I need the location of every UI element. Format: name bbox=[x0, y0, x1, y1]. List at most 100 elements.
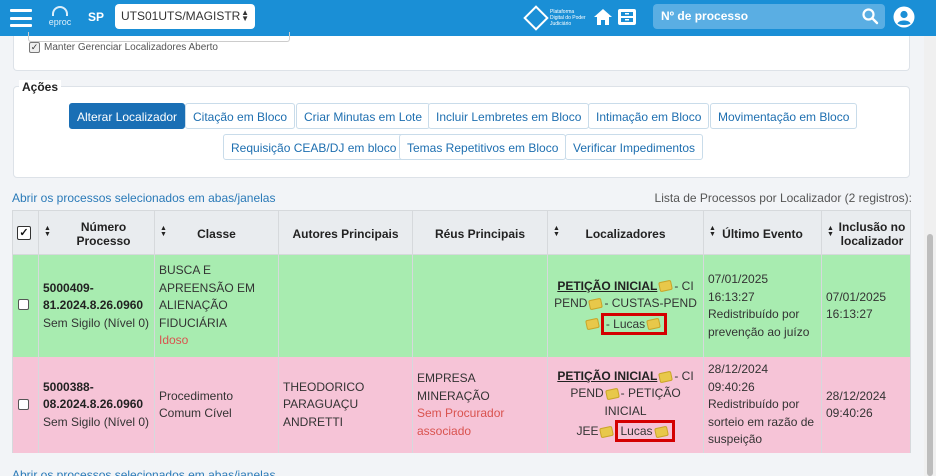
localizador-text: JEE bbox=[576, 424, 599, 439]
localizador-link[interactable]: PETIÇÃO INICIAL bbox=[557, 369, 657, 383]
localizadores-cell: PETIÇÃO INICIAL - CI PEND - PETIÇÃO INICIA… bbox=[548, 357, 704, 453]
classe-text: Procedimento bbox=[159, 388, 234, 403]
user-avatar-icon[interactable] bbox=[893, 6, 915, 28]
col-reus: Réus Principais bbox=[413, 211, 548, 256]
ultimo-evento-cell: 07/01/2025 16:13:27 Redistribuído por pr… bbox=[704, 255, 822, 357]
idoso-tag: Idoso bbox=[159, 333, 189, 348]
temas-repetitivos-button[interactable]: Temas Repetitivos em Bloco bbox=[399, 134, 567, 160]
actions-legend: Ações bbox=[19, 80, 62, 94]
alterar-localizador-button[interactable]: Alterar Localizador bbox=[69, 103, 186, 129]
inbox-icon[interactable] bbox=[617, 7, 637, 27]
citacao-bloco-button[interactable]: Citação em Bloco bbox=[185, 103, 296, 129]
autor-name: THEODORICO bbox=[283, 379, 365, 394]
note-icon[interactable] bbox=[599, 425, 615, 439]
sem-procurador-tag: associado bbox=[417, 423, 472, 438]
sort-icon[interactable]: ▲ ▼ bbox=[553, 225, 560, 238]
lucas-localizador[interactable]: Lucas bbox=[613, 317, 645, 331]
open-selected-link[interactable]: Abrir os processos selecionados em abas/… bbox=[12, 191, 275, 205]
home-icon[interactable] bbox=[593, 7, 613, 27]
process-number-link[interactable]: 08.2024.8.26.0960 bbox=[43, 396, 150, 414]
classe-cell: BUSCA E APREENSÃO EM ALIENAÇÃO FIDUCIÁRI… bbox=[155, 255, 279, 357]
col-inclusao[interactable]: ▲ ▼ Inclusão no localizador bbox=[822, 211, 910, 256]
sort-icon[interactable]: ▲ ▼ bbox=[827, 225, 834, 238]
note-icon[interactable] bbox=[653, 425, 669, 439]
select-all-checkbox[interactable]: ✓ bbox=[17, 226, 31, 240]
intimacao-bloco-button[interactable]: Intimação em Bloco bbox=[588, 103, 710, 129]
keep-open-checkbox[interactable]: ✓ bbox=[29, 42, 40, 53]
reus-cell: EMPRESA MINERAÇÃO Sem Procurador associa… bbox=[413, 357, 548, 453]
lucas-localizador-highlight[interactable]: Lucas bbox=[615, 420, 675, 443]
page-scrollbar[interactable] bbox=[924, 36, 936, 476]
requisicao-ceab-button[interactable]: Requisição CEAB/DJ em bloco bbox=[223, 134, 405, 160]
criar-minutas-button[interactable]: Criar Minutas em Lote bbox=[296, 103, 431, 129]
process-number-link[interactable]: 81.2024.8.26.0960 bbox=[43, 297, 150, 315]
open-selected-link-bottom[interactable]: Abrir os processos selecionados em abas/… bbox=[12, 468, 275, 476]
col-classe[interactable]: ▲ ▼ Classe bbox=[155, 211, 279, 256]
uf-label: SP bbox=[88, 10, 105, 24]
scrollbar-thumb[interactable] bbox=[927, 234, 933, 476]
select-all-cell: ✓ bbox=[13, 211, 39, 256]
pdpj-logo[interactable]: Plataforma Digital do Poder Judiciário bbox=[523, 5, 589, 31]
search-icon[interactable] bbox=[861, 7, 879, 25]
pdpj-text: Plataforma Digital do Poder Judiciário bbox=[550, 9, 586, 27]
note-icon[interactable] bbox=[646, 318, 662, 331]
col-localizadores[interactable]: ▲ ▼ Localizadores bbox=[548, 211, 704, 256]
localizador-link[interactable]: PETIÇÃO INICIAL bbox=[557, 279, 657, 293]
note-icon[interactable] bbox=[584, 318, 600, 331]
evento-desc: prevenção ao juízo bbox=[708, 324, 810, 339]
unit-select[interactable]: UTS01UTS/MAGISTR ▲ ▼ bbox=[115, 4, 255, 29]
sort-icon[interactable]: ▲ ▼ bbox=[44, 225, 51, 238]
process-search-input[interactable]: Nº de processo bbox=[653, 4, 885, 29]
logo-text: eproc bbox=[48, 17, 72, 27]
evento-desc: suspeição bbox=[708, 432, 763, 447]
list-info: Lista de Processos por Localizador (2 re… bbox=[654, 191, 912, 205]
menu-icon[interactable] bbox=[10, 9, 32, 27]
pdpj-diamond-icon bbox=[523, 5, 549, 31]
unit-select-value: UTS01UTS/MAGISTR bbox=[121, 9, 241, 23]
col-ultimo-evento[interactable]: ▲ ▼ Último Evento bbox=[704, 211, 822, 256]
note-icon[interactable] bbox=[604, 387, 620, 401]
search-placeholder: Nº de processo bbox=[661, 9, 749, 23]
numero-processo-cell: 5000409- 81.2024.8.26.0960 Sem Sigilo (N… bbox=[39, 255, 155, 357]
classe-cell: Procedimento Comum Cível bbox=[155, 357, 279, 453]
localizador-text: PEND bbox=[570, 386, 604, 401]
localizador-text: - CI bbox=[674, 278, 694, 293]
localizador-field[interactable] bbox=[28, 32, 290, 42]
col-numero-processo[interactable]: ▲ ▼ Número Processo bbox=[39, 211, 155, 256]
keep-open-option[interactable]: ✓ Manter Gerenciar Localizadores Aberto bbox=[29, 42, 218, 53]
lucas-localizador-highlight[interactable]: - Lucas bbox=[600, 312, 668, 335]
select-caret-icon: ▲ ▼ bbox=[241, 8, 249, 23]
verificar-impedimentos-button[interactable]: Verificar Impedimentos bbox=[565, 134, 704, 160]
row-select-cell bbox=[13, 255, 39, 357]
evento-date: 07/01/2025 bbox=[708, 272, 769, 286]
incluir-lembretes-button[interactable]: Incluir Lembretes em Bloco bbox=[428, 103, 590, 129]
process-number-link[interactable]: 5000409- bbox=[43, 280, 150, 298]
evento-desc: Redistribuído por bbox=[708, 397, 800, 412]
process-number-link[interactable]: 5000388- bbox=[43, 379, 150, 397]
note-icon[interactable] bbox=[658, 370, 674, 383]
localizador-text: PEND bbox=[554, 296, 588, 310]
localizadores-cell: PETIÇÃO INICIAL - CI PEND - CUSTAS-PEND - … bbox=[548, 255, 704, 357]
classe-text: ALIENAÇÃO bbox=[159, 298, 228, 313]
col-reus-label: Réus Principais bbox=[434, 226, 526, 241]
eproc-logo[interactable]: eproc bbox=[46, 6, 74, 32]
table-row[interactable]: 5000388- 08.2024.8.26.0960 Sem Sigilo (N… bbox=[12, 357, 911, 453]
evento-desc: Redistribuído por bbox=[708, 307, 800, 321]
autores-cell: THEODORICO PARAGUAÇU ANDRETTI bbox=[279, 357, 413, 453]
row-checkbox[interactable] bbox=[18, 399, 29, 410]
row-checkbox[interactable] bbox=[18, 299, 29, 310]
sort-icon[interactable]: ▲ ▼ bbox=[160, 225, 167, 238]
note-icon[interactable] bbox=[658, 280, 674, 293]
table-row[interactable]: 5000409- 81.2024.8.26.0960 Sem Sigilo (N… bbox=[12, 255, 911, 357]
autor-name: PARAGUAÇU ANDRETTI bbox=[283, 397, 359, 429]
note-icon[interactable] bbox=[588, 297, 604, 311]
lucas-localizador[interactable]: Lucas bbox=[620, 424, 652, 438]
inclusao-cell: 28/12/2024 09:40:26 bbox=[822, 357, 910, 453]
classe-text: APREENSÃO EM bbox=[159, 280, 256, 295]
keep-open-label: Manter Gerenciar Localizadores Aberto bbox=[44, 42, 218, 53]
row-select-cell bbox=[13, 357, 39, 453]
sigilo-label: Sem Sigilo (Nível 0) bbox=[43, 414, 150, 429]
col-autores-label: Autores Principais bbox=[292, 226, 399, 241]
sort-icon[interactable]: ▲ ▼ bbox=[709, 225, 716, 238]
movimentacao-bloco-button[interactable]: Movimentação em Bloco bbox=[710, 103, 858, 129]
